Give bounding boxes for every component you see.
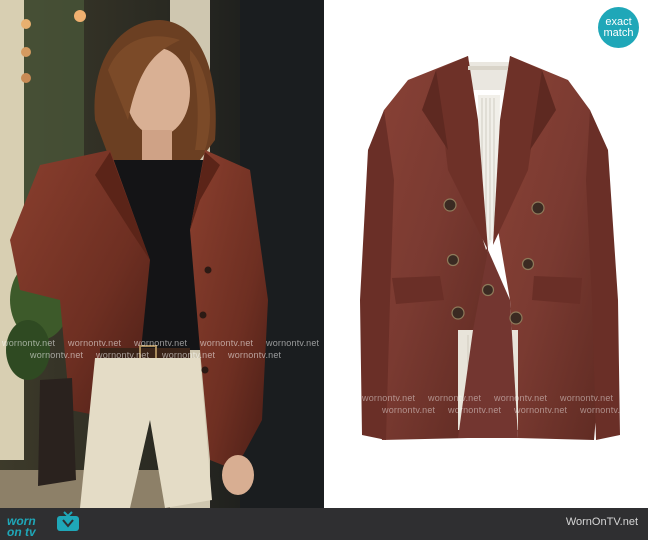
- watermark: wornontv.net: [96, 350, 150, 360]
- watermark: wornontv.net: [448, 405, 502, 415]
- watermark: wornontv.net: [162, 350, 216, 360]
- product-comparison: wornontv.net wornontv.net wornontv.net w…: [0, 0, 648, 540]
- logo-line2: on tv: [7, 525, 36, 539]
- jacket-illustration: [360, 56, 620, 440]
- watermark: wornontv.net: [2, 338, 56, 348]
- site-logo[interactable]: worn on tv: [7, 515, 36, 539]
- watermark: wornontv.net: [68, 338, 122, 348]
- watermark: wornontv.net: [362, 393, 416, 403]
- scene-illustration: [0, 0, 324, 508]
- watermark: wornontv.net: [560, 393, 614, 403]
- watermark: wornontv.net: [228, 350, 282, 360]
- scene-photo: [0, 0, 324, 508]
- watermark: wornontv.net: [580, 405, 634, 415]
- exact-match-badge: exact match: [598, 7, 639, 48]
- watermark: wornontv.net: [494, 393, 548, 403]
- watermark: wornontv.net: [382, 405, 436, 415]
- badge-line2: match: [603, 26, 634, 39]
- watermark: wornontv.net: [266, 338, 320, 348]
- watermark: wornontv.net: [514, 405, 568, 415]
- tv-icon: [57, 511, 79, 531]
- product-photo: [328, 0, 648, 508]
- watermark: wornontv.net: [200, 338, 254, 348]
- watermark: wornontv.net: [30, 350, 84, 360]
- site-url[interactable]: WornOnTV.net: [566, 516, 638, 528]
- footer-bar: worn on tv: [0, 508, 648, 540]
- badge-line1: exact: [605, 15, 632, 28]
- watermark: wornontv.net: [134, 338, 188, 348]
- watermark: wornontv.net: [428, 393, 482, 403]
